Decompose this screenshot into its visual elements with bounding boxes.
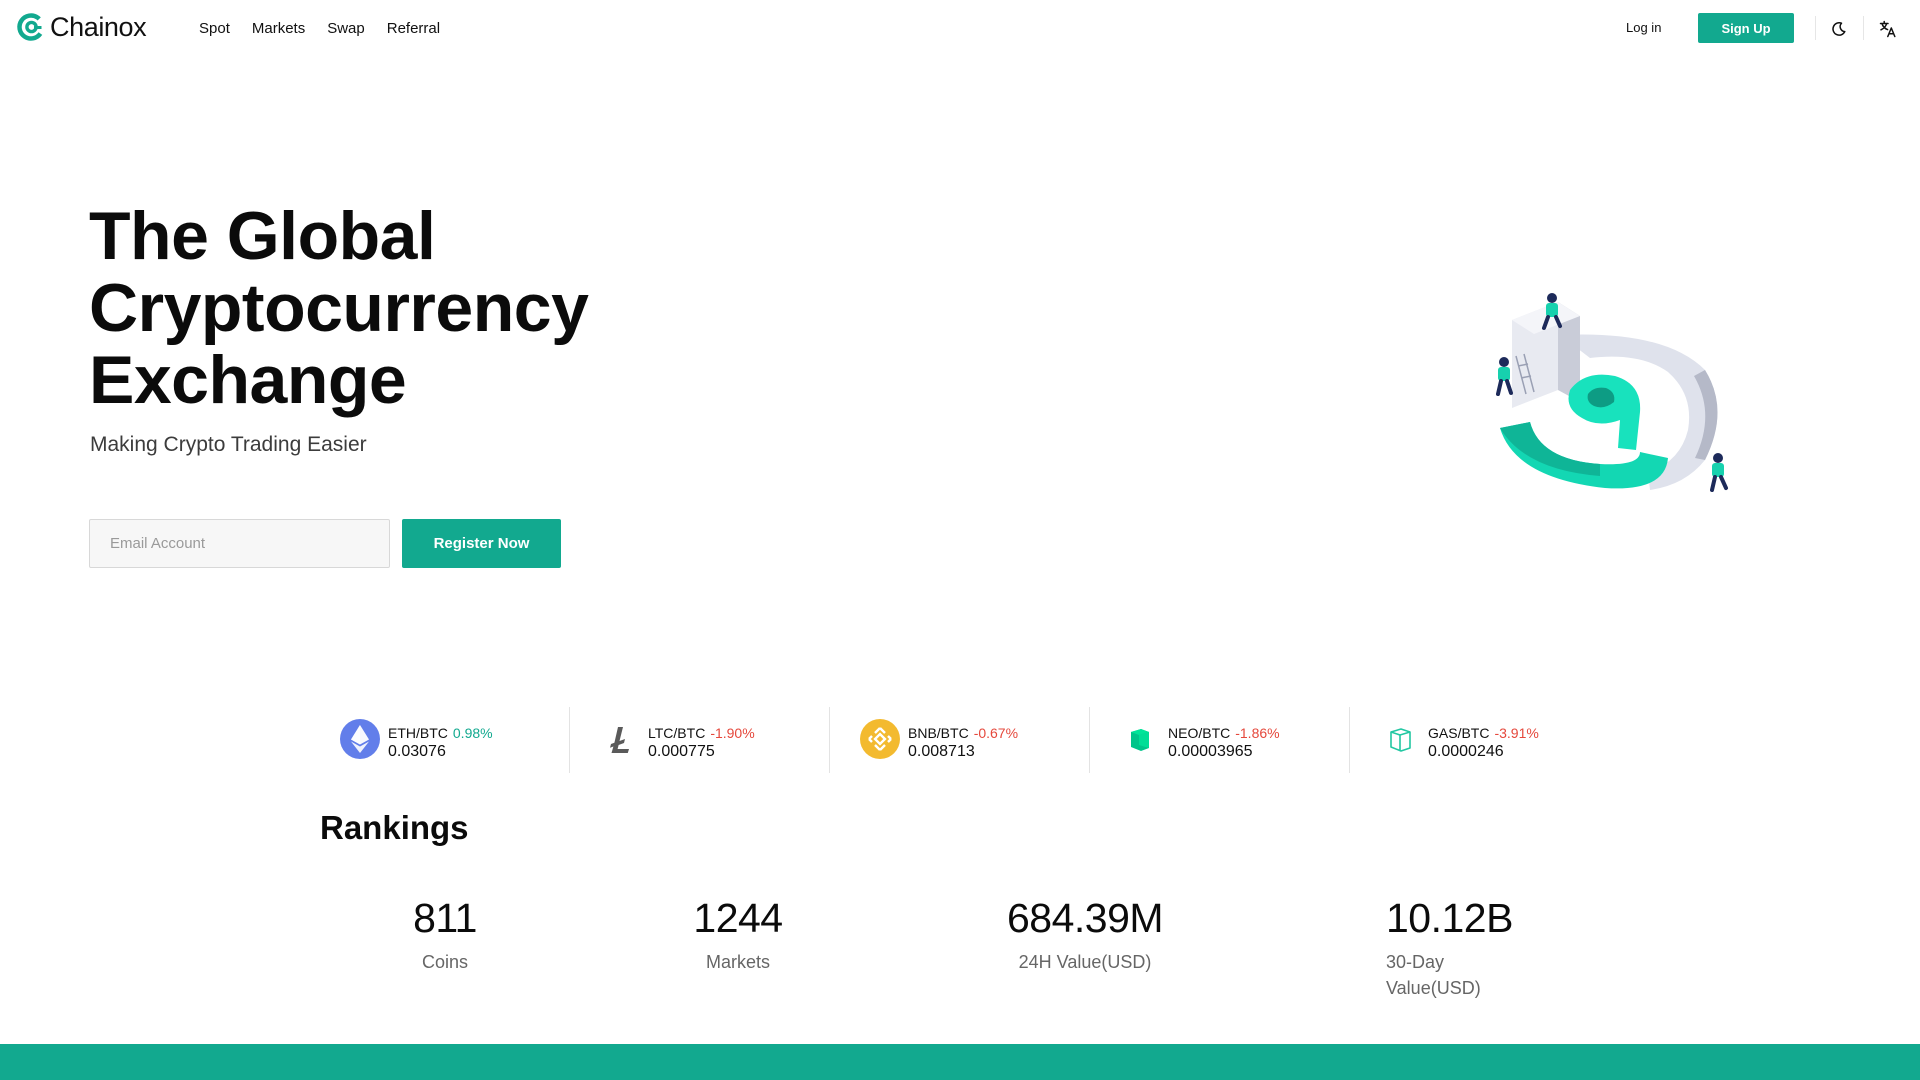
ticker-pair: LTC/BTC -1.90% xyxy=(648,724,755,742)
header-divider xyxy=(1815,16,1816,40)
stat-label: 24H Value(USD) xyxy=(1018,952,1152,972)
pair-price: 0.000775 xyxy=(648,743,715,760)
stat-label: Markets xyxy=(705,952,770,972)
brand-name: Chainox xyxy=(50,12,147,42)
ticker-item-eth[interactable]: ETH/BTC 0.98% 0.03076 xyxy=(320,707,580,773)
change-percent: -1.90% xyxy=(710,725,755,741)
pair-price: 0.0000246 xyxy=(1428,743,1504,760)
ticker-divider xyxy=(569,707,570,773)
pair-name: LTC/BTC xyxy=(648,725,706,741)
ticker-item-bnb[interactable]: BNB/BTC -0.67% 0.008713 xyxy=(840,707,1100,773)
ticker-pair: NEO/BTC -1.86% xyxy=(1168,724,1280,742)
hero-illustration xyxy=(1496,293,1728,492)
login-link[interactable]: Log in xyxy=(1626,19,1661,37)
stat-24h-value: 684.39M 24H Value(USD) xyxy=(990,893,1180,975)
neo-icon xyxy=(1131,729,1149,751)
signup-button[interactable]: Sign Up xyxy=(1698,13,1794,43)
ticker-pair: GAS/BTC -3.91% xyxy=(1428,724,1539,742)
nav-item-markets[interactable]: Markets xyxy=(252,19,305,39)
stat-value: 10.12B xyxy=(1386,895,1513,941)
pair-name: ETH/BTC xyxy=(388,725,448,741)
hero-subtitle: Making Crypto Trading Easier xyxy=(90,433,367,456)
top-header: Chainox Spot Markets Swap Referral Log i… xyxy=(0,0,1920,58)
hero-title: The Global Cryptocurrency Exchange xyxy=(89,200,789,416)
pair-name: NEO/BTC xyxy=(1168,725,1231,741)
brand-logo[interactable]: Chainox xyxy=(16,12,147,42)
hero-title-line: Cryptocurrency xyxy=(89,270,589,346)
ticker-divider xyxy=(829,707,830,773)
stat-value: 684.39M xyxy=(1006,895,1164,941)
gas-icon xyxy=(1390,728,1411,752)
moon-icon xyxy=(1832,22,1846,36)
chainox-logo-icon xyxy=(17,13,45,41)
hero-title-line: The Global xyxy=(89,198,436,274)
change-percent: -1.86% xyxy=(1235,725,1280,741)
theme-toggle-button[interactable] xyxy=(1829,19,1849,39)
ethereum-icon xyxy=(340,719,380,759)
stat-value: 811 xyxy=(413,895,477,941)
stat-30d-value: 10.12B 30-Day Value(USD) xyxy=(1386,893,1526,1001)
pair-price: 0.008713 xyxy=(908,743,975,760)
pair-name: BNB/BTC xyxy=(908,725,969,741)
register-now-button[interactable]: Register Now xyxy=(402,519,561,568)
hero-title-line: Exchange xyxy=(89,342,407,418)
change-percent: -0.67% xyxy=(973,725,1019,741)
header-divider xyxy=(1863,16,1864,40)
change-percent: 0.98% xyxy=(452,725,493,741)
change-percent: -3.91% xyxy=(1494,725,1539,741)
stat-label: 30-Day Value(USD) xyxy=(1386,952,1481,998)
ticker-item-ltc[interactable]: LTC/BTC -1.90% 0.000775 xyxy=(580,707,840,773)
rankings-title: Rankings xyxy=(320,809,469,846)
email-input[interactable] xyxy=(89,519,390,568)
pair-name: GAS/BTC xyxy=(1428,725,1490,741)
stat-markets: 1244 Markets xyxy=(678,893,798,975)
litecoin-icon xyxy=(610,727,629,753)
main-nav: Spot Markets Swap Referral xyxy=(199,19,462,39)
language-button[interactable] xyxy=(1878,19,1898,39)
translate-icon xyxy=(1879,20,1896,38)
footer-band xyxy=(0,1044,1920,1080)
ticker-pair: BNB/BTC -0.67% xyxy=(908,724,1018,742)
ticker-divider xyxy=(1089,707,1090,773)
stat-label: Coins xyxy=(421,952,469,972)
nav-item-spot[interactable]: Spot xyxy=(199,19,230,39)
nav-item-referral[interactable]: Referral xyxy=(387,19,440,39)
ticker-divider xyxy=(1349,707,1350,773)
ticker-item-gas[interactable]: GAS/BTC -3.91% 0.0000246 xyxy=(1360,707,1620,773)
stat-value: 1244 xyxy=(693,895,783,941)
ticker-item-neo[interactable]: NEO/BTC -1.86% 0.00003965 xyxy=(1100,707,1360,773)
bnb-icon xyxy=(860,719,900,759)
stat-coins: 811 Coins xyxy=(395,893,495,975)
market-ticker: ETH/BTC 0.98% 0.03076 LTC/BTC -1.90% 0.000… xyxy=(320,707,1620,773)
pair-price: 0.00003965 xyxy=(1168,743,1253,760)
ticker-pair: ETH/BTC 0.98% xyxy=(388,724,493,742)
nav-item-swap[interactable]: Swap xyxy=(327,19,365,39)
pair-price: 0.03076 xyxy=(388,743,446,760)
